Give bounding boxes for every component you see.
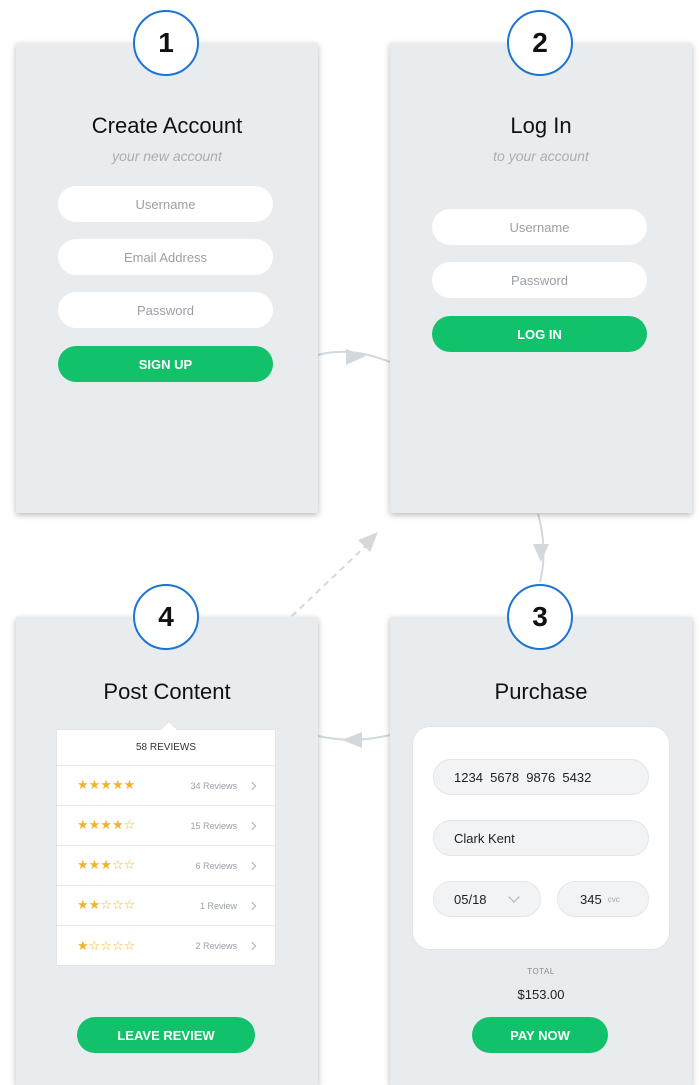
review-count: 15 Reviews <box>190 820 237 831</box>
review-count: 34 Reviews <box>190 780 237 791</box>
step-4-badge: 4 <box>133 584 199 650</box>
review-row-1-star[interactable]: ★☆☆☆☆ 2 Reviews <box>57 926 275 966</box>
payment-form: 1234 5678 9876 5432 Clark Kent 05/18 345… <box>412 726 670 950</box>
step-3-badge: 3 <box>507 584 573 650</box>
login-password-input[interactable] <box>432 262 647 298</box>
chevron-right-icon <box>247 781 257 790</box>
arrow-post-to-login-head <box>358 532 378 552</box>
chevron-right-icon <box>247 901 257 910</box>
arrow-purchase-to-post <box>317 734 391 741</box>
cardholder-name-value: Clark Kent <box>454 830 515 846</box>
cardholder-name-field[interactable]: Clark Kent <box>433 820 649 856</box>
star-rating-icon: ★★★★★ <box>77 778 136 793</box>
cvc-field[interactable]: 345 cvc <box>557 881 649 917</box>
total-label: TOTAL <box>527 967 555 976</box>
chevron-right-icon <box>247 821 257 830</box>
leave-review-button[interactable]: LEAVE REVIEW <box>77 1017 255 1053</box>
create-account-card: Create Account your new account SIGN UP <box>16 43 318 513</box>
cvc-label: cvc <box>607 894 620 904</box>
signup-password-input[interactable] <box>58 292 273 328</box>
star-rating-icon: ★★★☆☆ <box>77 858 136 873</box>
login-card: Log In to your account LOG IN <box>390 43 692 513</box>
step-2-badge: 2 <box>507 10 573 76</box>
card-number-field[interactable]: 1234 5678 9876 5432 <box>433 759 649 795</box>
review-row-4-stars[interactable]: ★★★★☆ 15 Reviews <box>57 806 275 846</box>
expiry-select[interactable]: 05/18 <box>433 881 541 917</box>
arrow-purchase-to-post-head <box>342 732 362 748</box>
review-count: 6 Reviews <box>195 860 237 871</box>
star-rating-icon: ★★☆☆☆ <box>77 898 136 913</box>
arrow-login-to-purchase-head <box>533 544 549 562</box>
purchase-card: Purchase 1234 5678 9876 5432 Clark Kent … <box>390 617 692 1085</box>
cvc-value: 345 <box>580 891 602 907</box>
arrow-create-to-login-head <box>346 349 366 365</box>
review-row-5-stars[interactable]: ★★★★★ 34 Reviews <box>57 766 275 806</box>
review-count: 1 Review <box>199 900 237 911</box>
log-in-button[interactable]: LOG IN <box>432 316 647 352</box>
post-content-title: Post Content <box>103 679 231 704</box>
star-rating-icon: ★☆☆☆☆ <box>77 938 136 954</box>
pay-now-button[interactable]: PAY NOW <box>472 1017 608 1053</box>
arrow-login-to-purchase <box>537 513 545 583</box>
star-rating-icon: ★★★★☆ <box>77 818 136 833</box>
post-content-card: Post Content 58 REVIEWS ★★★★★ 34 Reviews… <box>16 617 318 1085</box>
chevron-right-icon <box>247 861 257 870</box>
total-value: $153.00 <box>517 987 565 1002</box>
create-account-title: Create Account <box>91 113 243 138</box>
review-row-3-stars[interactable]: ★★★☆☆ 6 Reviews <box>57 846 275 886</box>
purchase-title: Purchase <box>494 679 588 704</box>
step-1-badge: 1 <box>133 10 199 76</box>
arrow-post-to-login <box>291 539 373 617</box>
card-number-value: 1234 5678 9876 5432 <box>454 769 592 785</box>
login-title: Log In <box>510 113 572 138</box>
chevron-right-icon <box>247 941 257 951</box>
signup-username-input[interactable] <box>58 186 273 222</box>
arrow-create-to-login <box>317 350 391 363</box>
reviews-panel: 58 REVIEWS ★★★★★ 34 Reviews ★★★★☆ 15 Rev… <box>56 720 276 966</box>
review-row-2-stars[interactable]: ★★☆☆☆ 1 Review <box>57 886 275 926</box>
expiry-value: 05/18 <box>454 891 487 907</box>
login-username-input[interactable] <box>432 209 647 245</box>
signup-email-input[interactable] <box>58 239 273 275</box>
login-subtitle: to your account <box>493 148 589 164</box>
review-count: 2 Reviews <box>195 941 237 951</box>
chevron-down-icon <box>508 891 520 903</box>
create-account-subtitle: your new account <box>112 148 222 164</box>
sign-up-button[interactable]: SIGN UP <box>58 346 273 382</box>
